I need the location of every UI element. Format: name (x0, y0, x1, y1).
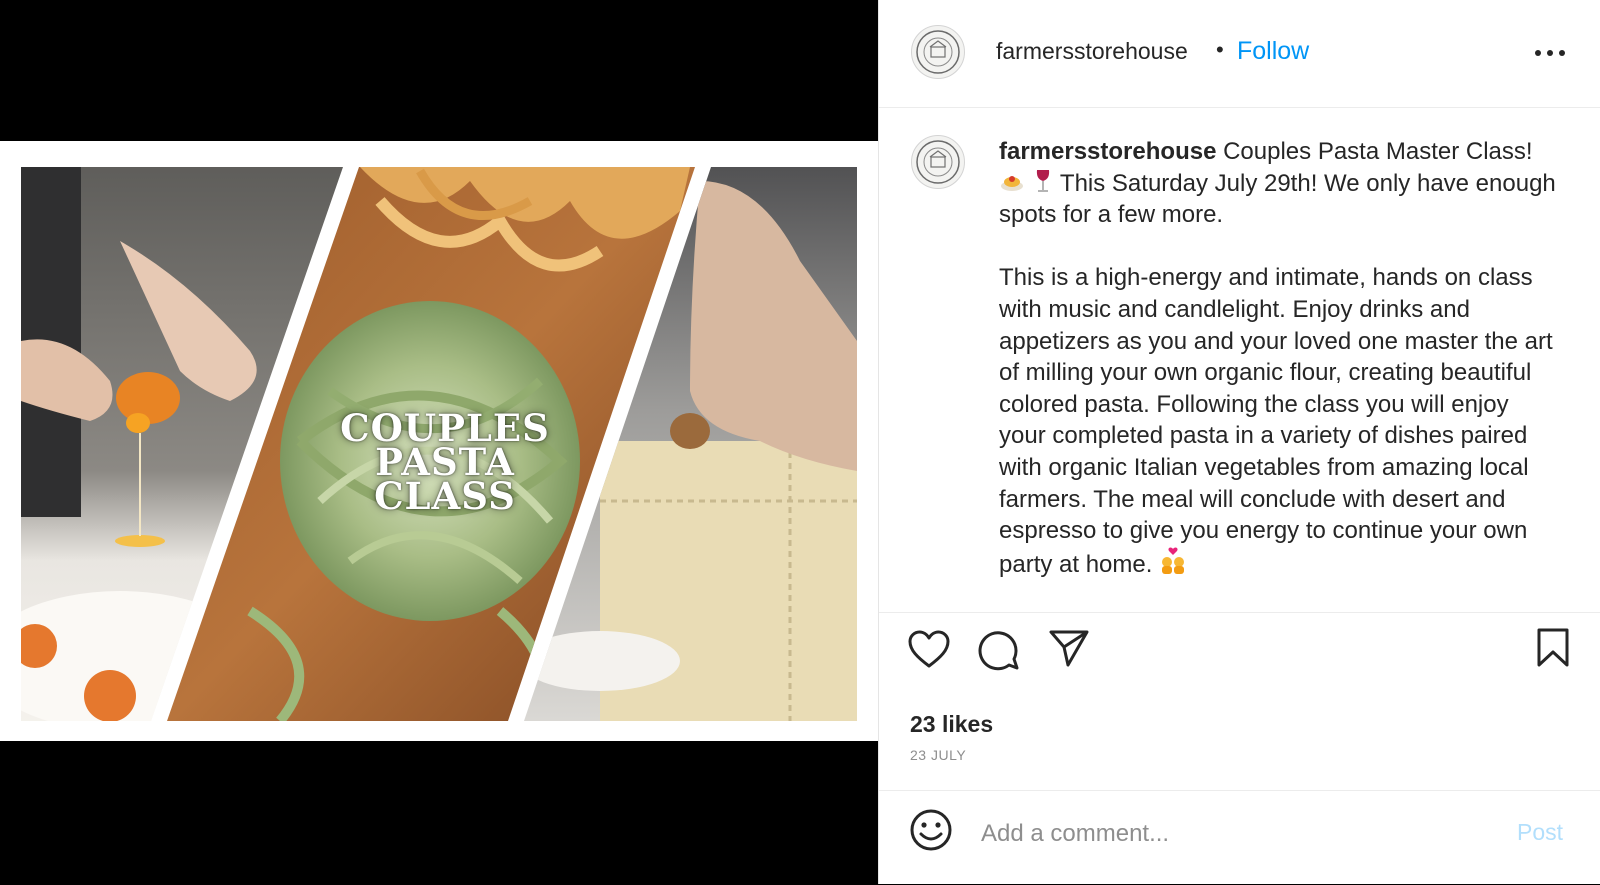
share-icon[interactable] (1048, 628, 1090, 668)
profile-avatar[interactable] (911, 25, 965, 79)
post-image[interactable]: COUPLES PASTA CLASS (0, 141, 878, 741)
couple-heart-emoji-icon (1162, 547, 1185, 574)
caption-headline: Couples Pasta Master Class! (1223, 138, 1533, 165)
comment-input[interactable] (979, 813, 1483, 855)
caption-avatar[interactable] (911, 135, 965, 189)
post-comment-button[interactable]: Post (1517, 819, 1563, 846)
post-date[interactable]: 23 JULY (910, 747, 966, 763)
heart-icon[interactable] (907, 629, 951, 669)
bookmark-icon[interactable] (1535, 627, 1571, 669)
post-caption: farmersstorehouse Couples Pasta Master C… (999, 136, 1559, 580)
likes-count[interactable]: 23 likes (910, 711, 993, 738)
storehouse-logo-icon (916, 30, 960, 74)
wine-glass-emoji-icon (1036, 169, 1049, 192)
follow-button[interactable]: Follow (1237, 37, 1309, 66)
comment-bar: Post (879, 790, 1600, 885)
header-username[interactable]: farmersstorehouse (996, 38, 1188, 65)
post-actions: 23 likes 23 JULY (879, 613, 1600, 788)
post-header: farmersstorehouse • Follow (879, 0, 1600, 108)
emoji-smile-icon[interactable] (909, 808, 953, 852)
caption-username[interactable]: farmersstorehouse (999, 138, 1216, 165)
post-image-title-line2: PASTA CLASS (374, 440, 516, 518)
caption-headline-rest: This Saturday July 29th! We only have en… (999, 169, 1556, 229)
caption-section: farmersstorehouse Couples Pasta Master C… (879, 108, 1600, 613)
more-options-icon[interactable] (1535, 50, 1565, 58)
header-separator: • (1216, 37, 1224, 62)
spaghetti-emoji-icon (1001, 175, 1023, 191)
storehouse-logo-icon (916, 140, 960, 184)
post-image-title: COUPLES PASTA CLASS (300, 410, 590, 518)
post-media[interactable]: COUPLES PASTA CLASS (0, 0, 878, 884)
post-details-panel: farmersstorehouse • Follow farmersstoreh… (878, 0, 1600, 884)
comment-icon[interactable] (978, 629, 1020, 671)
caption-body: This is a high-energy and intimate, hand… (999, 264, 1553, 578)
